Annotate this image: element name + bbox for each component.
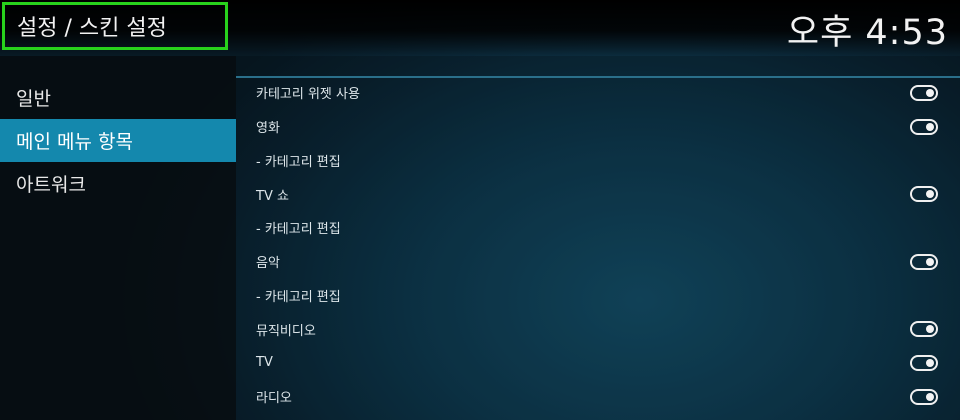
toggle-switch[interactable] — [910, 186, 938, 203]
sidebar-item-label: 메인 메뉴 항목 — [16, 131, 133, 153]
setting-label: 뮤직비디오 — [256, 323, 316, 339]
setting-label: 영화 — [256, 121, 280, 137]
toggle-switch[interactable] — [910, 321, 938, 338]
setting-label: 음악 — [256, 256, 280, 272]
sidebar-item-main-menu-items[interactable]: 메인 메뉴 항목 — [0, 119, 236, 162]
toggle-switch[interactable] — [910, 118, 938, 135]
setting-label: - 카테고리 편집 — [256, 289, 341, 305]
setting-row-tv[interactable]: TV — [236, 346, 960, 380]
toggle-knob — [926, 325, 934, 334]
setting-label: 카테고리 위젯 사용 — [256, 87, 360, 103]
setting-row-category-widget[interactable]: 카테고리 위젯 사용 — [236, 76, 960, 110]
setting-row-tv-shows[interactable]: TV 쇼 — [236, 177, 960, 211]
sidebar-item-general[interactable]: 일반 — [0, 76, 236, 119]
setting-label: TV — [256, 355, 273, 371]
toggle-knob — [926, 190, 934, 199]
toggle-knob — [926, 358, 934, 367]
setting-label: - 카테고리 편집 — [256, 222, 341, 238]
setting-row-music[interactable]: 음악 — [236, 245, 960, 279]
toggle-knob — [926, 88, 934, 97]
settings-category-sidebar: 일반 메인 메뉴 항목 아트워크 — [0, 56, 236, 420]
setting-label: TV 쇼 — [256, 188, 289, 204]
setting-label: 라디오 — [256, 391, 292, 407]
setting-row-movies-edit-categories[interactable]: - 카테고리 편집 — [236, 144, 960, 178]
toggle-switch[interactable] — [910, 388, 938, 405]
setting-row-tv-shows-edit-categories[interactable]: - 카테고리 편집 — [236, 211, 960, 245]
kodi-settings-screen: 설정 / 스킨 설정 오후 4:53 일반 메인 메뉴 항목 아트워크 카테고리… — [0, 0, 960, 420]
sidebar-item-artwork[interactable]: 아트워크 — [0, 162, 236, 205]
settings-list: 카테고리 위젯 사용 영화 - 카테고리 편집 TV 쇼 - 카테고리 편집 음… — [236, 76, 960, 414]
clock: 오후 4:53 — [786, 13, 948, 53]
breadcrumb-title-box: 설정 / 스킨 설정 — [2, 2, 228, 50]
toggle-knob — [926, 392, 934, 401]
sidebar-item-label: 일반 — [16, 88, 51, 110]
toggle-switch[interactable] — [910, 84, 938, 101]
settings-content-panel: 카테고리 위젯 사용 영화 - 카테고리 편집 TV 쇼 - 카테고리 편집 음… — [236, 56, 960, 420]
setting-label: - 카테고리 편집 — [256, 154, 341, 170]
top-bar: 설정 / 스킨 설정 오후 4:53 — [0, 0, 960, 56]
toggle-knob — [926, 257, 934, 266]
toggle-switch[interactable] — [910, 253, 938, 270]
setting-row-radio[interactable]: 라디오 — [236, 380, 960, 414]
sidebar-item-label: 아트워크 — [16, 174, 86, 196]
page-title: 설정 / 스킨 설정 — [17, 16, 167, 41]
toggle-switch[interactable] — [910, 354, 938, 371]
setting-row-music-videos[interactable]: 뮤직비디오 — [236, 312, 960, 346]
setting-row-movies[interactable]: 영화 — [236, 110, 960, 144]
toggle-knob — [926, 122, 934, 131]
setting-row-music-edit-categories[interactable]: - 카테고리 편집 — [236, 279, 960, 313]
